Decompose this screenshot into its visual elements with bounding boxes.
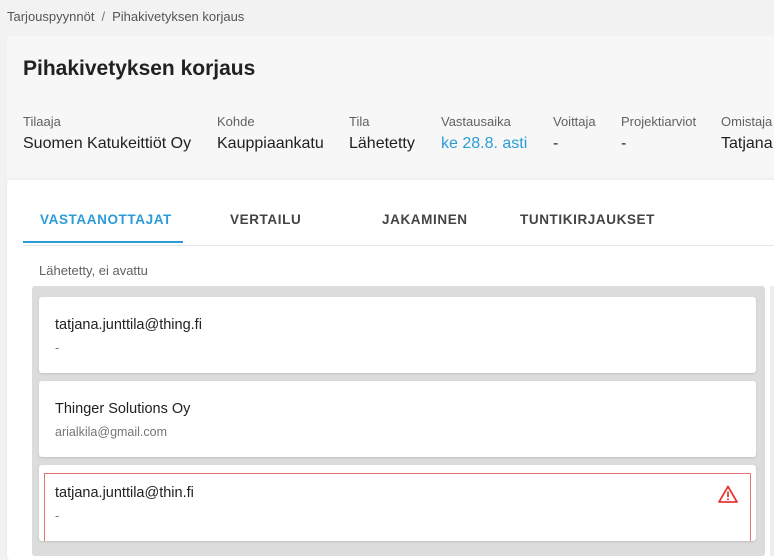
meta-value: Tatjana bbox=[721, 135, 773, 152]
tab-jakaminen[interactable]: JAKAMINEN bbox=[382, 212, 468, 227]
breadcrumb-current: Pihakivetyksen korjaus bbox=[112, 9, 245, 24]
meta-voittaja: Voittaja - bbox=[553, 114, 596, 153]
warning-icon bbox=[718, 485, 738, 503]
breadcrumb-link-tarjouspyynnot[interactable]: Tarjouspyynnöt bbox=[7, 9, 94, 24]
error-outline bbox=[44, 473, 751, 541]
response-deadline-link[interactable]: ke 28.8. asti bbox=[441, 135, 527, 153]
breadcrumb-separator: / bbox=[101, 9, 106, 24]
meta-value: - bbox=[553, 135, 559, 152]
meta-omistaja: Omistaja Tatjana bbox=[721, 114, 773, 153]
meta-tilaaja: Tilaaja Suomen Katukeittiöt Oy bbox=[23, 114, 191, 153]
tab-vertailu[interactable]: VERTAILU bbox=[230, 212, 301, 227]
recipients-panel: VASTAANOTTAJAT VERTAILU JAKAMINEN TUNTIK… bbox=[7, 180, 774, 560]
recipient-name: tatjana.junttila@thing.fi bbox=[55, 317, 202, 333]
recipient-detail: arialkila@gmail.com bbox=[55, 425, 168, 439]
meta-label: Kohde bbox=[217, 114, 255, 129]
meta-label: Voittaja bbox=[553, 114, 596, 129]
recipient-name: tatjana.junttila@thin.fi bbox=[55, 485, 194, 501]
meta-label: Tilaaja bbox=[23, 114, 61, 129]
breadcrumb: Tarjouspyynnöt / Pihakivetyksen korjaus bbox=[7, 9, 244, 24]
recipient-detail: - bbox=[55, 509, 60, 523]
meta-projektiarviot: Projektiarviot - bbox=[621, 114, 696, 153]
tab-vastaanottajat[interactable]: VASTAANOTTAJAT bbox=[40, 212, 172, 227]
meta-label: Tila bbox=[349, 114, 370, 129]
recipient-card-error[interactable]: tatjana.junttila@thin.fi - bbox=[39, 465, 756, 541]
recipient-list: tatjana.junttila@thing.fi - Thinger Solu… bbox=[32, 286, 765, 556]
recipient-detail: - bbox=[55, 341, 60, 355]
recipient-card[interactable]: tatjana.junttila@thing.fi - bbox=[39, 297, 756, 373]
meta-value: Suomen Katukeittiöt Oy bbox=[23, 135, 192, 152]
active-tab-indicator bbox=[23, 241, 183, 243]
scrollbar-track[interactable] bbox=[770, 286, 774, 556]
recipient-name: Thinger Solutions Oy bbox=[55, 401, 191, 417]
tab-bar: VASTAANOTTAJAT VERTAILU JAKAMINEN TUNTIK… bbox=[23, 180, 774, 246]
meta-tila: Tila Lähetetty bbox=[349, 114, 415, 153]
meta-value: Kauppiaankatu bbox=[217, 135, 324, 152]
recipient-card[interactable]: Thinger Solutions Oy arialkila@gmail.com bbox=[39, 381, 756, 457]
meta-label: Projektiarviot bbox=[621, 114, 697, 129]
page-title: Pihakivetyksen korjaus bbox=[23, 57, 256, 80]
tab-tuntikirjaukset[interactable]: TUNTIKIRJAUKSET bbox=[520, 212, 655, 227]
meta-label: Omistaja bbox=[721, 114, 773, 129]
meta-vastausaika: Vastausaika ke 28.8. asti bbox=[441, 114, 527, 153]
meta-value: - bbox=[621, 135, 627, 152]
meta-kohde: Kohde Kauppiaankatu bbox=[217, 114, 324, 153]
meta-label: Vastausaika bbox=[441, 114, 511, 129]
section-label: Lähetetty, ei avattu bbox=[39, 263, 148, 278]
project-header: Pihakivetyksen korjaus Tilaaja Suomen Ka… bbox=[7, 36, 774, 186]
meta-value: Lähetetty bbox=[349, 135, 415, 152]
